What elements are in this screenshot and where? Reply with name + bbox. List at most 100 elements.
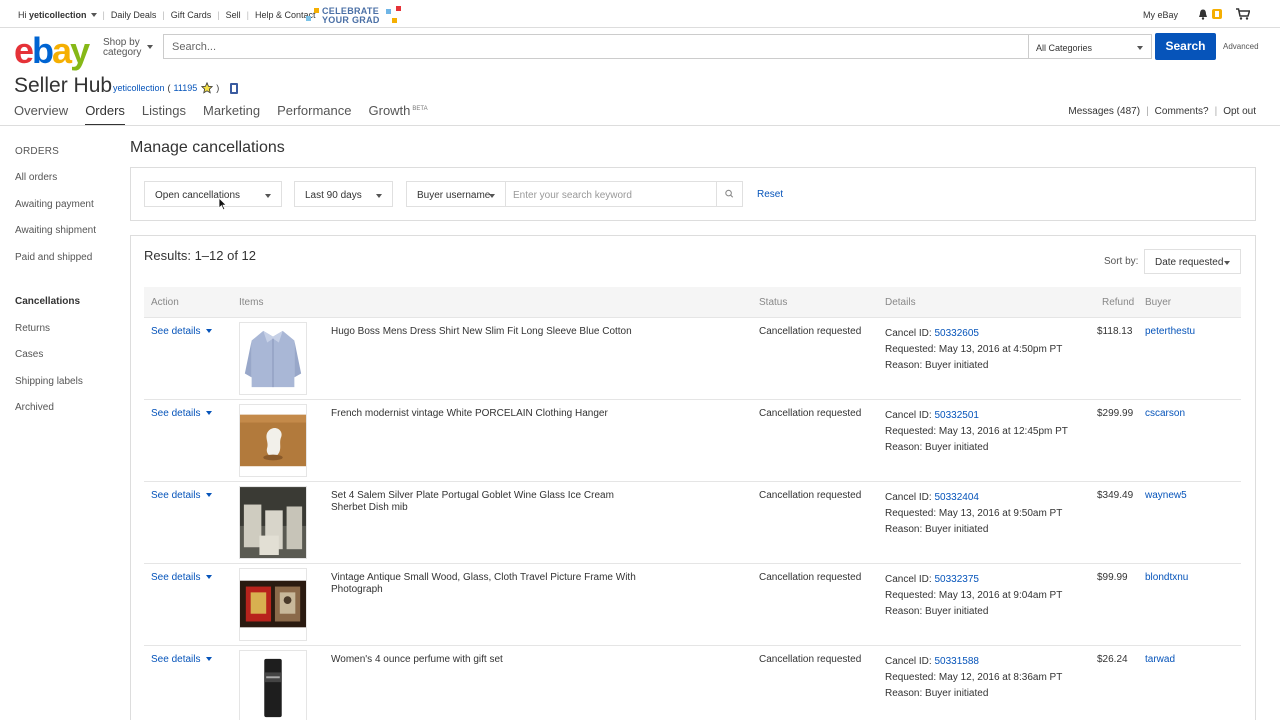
tab-overview[interactable]: Overview (14, 103, 68, 125)
requested-date: Requested: May 13, 2016 at 9:50am PT (885, 508, 1063, 519)
sidebar-item-awaiting-shipment[interactable]: Awaiting shipment (15, 225, 96, 236)
sidebar-item-all-orders[interactable]: All orders (15, 172, 57, 183)
see-details-button[interactable]: See details (151, 408, 213, 419)
item-title-link[interactable]: Hugo Boss Mens Dress Shirt New Slim Fit … (331, 326, 651, 338)
table-row: See details Hugo Boss Mens Dress Shirt N… (144, 318, 1241, 400)
buyer-link[interactable]: waynew5 (1145, 490, 1187, 501)
sort-label: Sort by: (1104, 256, 1139, 267)
status-text: Cancellation requested (759, 408, 862, 419)
clipboard-icon[interactable] (230, 82, 239, 94)
bell-icon[interactable] (1198, 9, 1208, 20)
celebrate-grad-promo[interactable]: CELEBRATE YOUR GRAD (306, 5, 401, 25)
sell-link[interactable]: Sell (226, 10, 241, 20)
cancel-reason: Reason: Buyer initiated (885, 524, 989, 535)
account-menu[interactable]: yeticollection (29, 10, 87, 20)
item-thumbnail-shirt[interactable] (239, 322, 307, 395)
sidebar-item-returns[interactable]: Returns (15, 323, 50, 334)
table-row: See details Vintage Antique Small Wood, … (144, 564, 1241, 646)
buyer-link[interactable]: cscarson (1145, 408, 1185, 419)
buyer-link[interactable]: blondtxnu (1145, 572, 1188, 583)
cancel-id-link[interactable]: 50332404 (934, 492, 979, 503)
gift-cards-link[interactable]: Gift Cards (171, 10, 212, 20)
sidebar-header: ORDERS (15, 146, 59, 157)
results-count: Results: 1–12 of 12 (144, 248, 257, 263)
sidebar-item-archived[interactable]: Archived (15, 402, 54, 413)
see-details-button[interactable]: See details (151, 326, 213, 337)
shop-by-category-button[interactable]: Shop by category (103, 38, 153, 58)
buyer-link[interactable]: tarwad (1145, 654, 1175, 665)
see-details-button[interactable]: See details (151, 572, 213, 583)
item-title-link[interactable]: Set 4 Salem Silver Plate Portugal Goblet… (331, 490, 651, 514)
sidebar-item-awaiting-payment[interactable]: Awaiting payment (15, 199, 94, 210)
seller-info: yeticollection ( 11195 ) (113, 82, 239, 94)
see-details-button[interactable]: See details (151, 490, 213, 501)
sidebar-item-shipping-labels[interactable]: Shipping labels (15, 376, 83, 387)
cancel-id-link[interactable]: 50332501 (934, 410, 979, 421)
cancel-id-label: Cancel ID: (885, 410, 932, 421)
tab-listings[interactable]: Listings (142, 103, 186, 125)
cart-icon[interactable] (1236, 8, 1250, 20)
keyword-search-button[interactable] (716, 181, 743, 207)
search-field-select[interactable]: Buyer username (406, 181, 506, 207)
cancel-id-link[interactable]: 50332375 (934, 574, 979, 585)
messages-link[interactable]: Messages (487) (1068, 106, 1140, 117)
refund-amount: $118.13 (1097, 326, 1133, 337)
see-details-label: See details (151, 408, 201, 419)
chevron-down-icon[interactable] (90, 13, 97, 17)
status-filter-select[interactable]: Open cancellations (144, 181, 282, 207)
item-thumbnail-hanger[interactable] (239, 404, 307, 477)
top-links: Hi yeticollection | Daily Deals | Gift C… (18, 10, 316, 20)
seller-username-link[interactable]: yeticollection (113, 83, 165, 93)
item-title-link[interactable]: Vintage Antique Small Wood, Glass, Cloth… (331, 572, 651, 596)
requested-date: Requested: May 13, 2016 at 4:50pm PT (885, 344, 1063, 355)
search-field-value: Buyer username (417, 190, 491, 201)
column-header-action: Action (151, 297, 179, 308)
chevron-down-icon (206, 411, 213, 416)
opt-out-link[interactable]: Opt out (1223, 106, 1256, 117)
tab-marketing[interactable]: Marketing (203, 103, 260, 125)
sidebar-item-cancellations[interactable]: Cancellations (15, 296, 80, 307)
item-title-link[interactable]: Women's 4 ounce perfume with gift set (331, 654, 651, 666)
item-title-link[interactable]: French modernist vintage White PORCELAIN… (331, 408, 651, 420)
chevron-down-icon (206, 657, 213, 662)
tab-growth-label: Growth (368, 103, 411, 118)
tab-growth[interactable]: Growth BETA (369, 103, 428, 125)
keyword-search-input[interactable]: Enter your search keyword (505, 181, 717, 207)
status-text: Cancellation requested (759, 572, 862, 583)
item-thumbnail-goblets[interactable] (239, 486, 307, 559)
notification-badge-icon[interactable] (1212, 9, 1222, 19)
search-button[interactable]: Search (1155, 33, 1216, 60)
sidebar-item-paid-shipped[interactable]: Paid and shipped (15, 252, 92, 263)
chevron-down-icon (1224, 261, 1230, 265)
item-thumbnail-perfume[interactable] (239, 650, 307, 720)
chevron-down-icon (489, 194, 495, 198)
see-details-button[interactable]: See details (151, 654, 213, 665)
comments-link[interactable]: Comments? (1155, 106, 1209, 117)
daily-deals-link[interactable]: Daily Deals (111, 10, 157, 20)
confetti-icon (386, 9, 391, 14)
top-utility-bar: Hi yeticollection | Daily Deals | Gift C… (0, 0, 1280, 28)
cancellation-details: Cancel ID: 50332605 Requested: May 13, 2… (885, 326, 1062, 374)
category-select[interactable]: All Categories (1028, 34, 1152, 59)
my-ebay-link[interactable]: My eBay (1143, 10, 1178, 20)
sidebar-item-cases[interactable]: Cases (15, 349, 43, 360)
requested-date: Requested: May 13, 2016 at 12:45pm PT (885, 426, 1068, 437)
ebay-logo[interactable]: ebay (14, 30, 90, 72)
cancel-id-link[interactable]: 50332605 (934, 328, 979, 339)
column-header-status: Status (759, 297, 788, 308)
search-input[interactable]: Search... (163, 34, 1029, 59)
sort-select[interactable]: Date requested (1144, 249, 1241, 274)
period-filter-select[interactable]: Last 90 days (294, 181, 393, 207)
buyer-link[interactable]: peterthestu (1145, 326, 1195, 337)
advanced-search-link[interactable]: Advanced (1223, 42, 1259, 51)
item-thumbnail-picture-frame[interactable] (239, 568, 307, 641)
status-text: Cancellation requested (759, 490, 862, 501)
feedback-score-link[interactable]: 11195 (174, 83, 198, 93)
cancel-id-link[interactable]: 50331588 (934, 656, 979, 667)
reset-link[interactable]: Reset (757, 189, 783, 200)
paren-close: ) (216, 83, 220, 93)
tab-orders[interactable]: Orders (85, 103, 125, 126)
cancellation-details: Cancel ID: 50332501 Requested: May 13, 2… (885, 408, 1068, 456)
table-header: Action Items Status Details Refund Buyer (144, 287, 1241, 318)
tab-performance[interactable]: Performance (277, 103, 351, 125)
